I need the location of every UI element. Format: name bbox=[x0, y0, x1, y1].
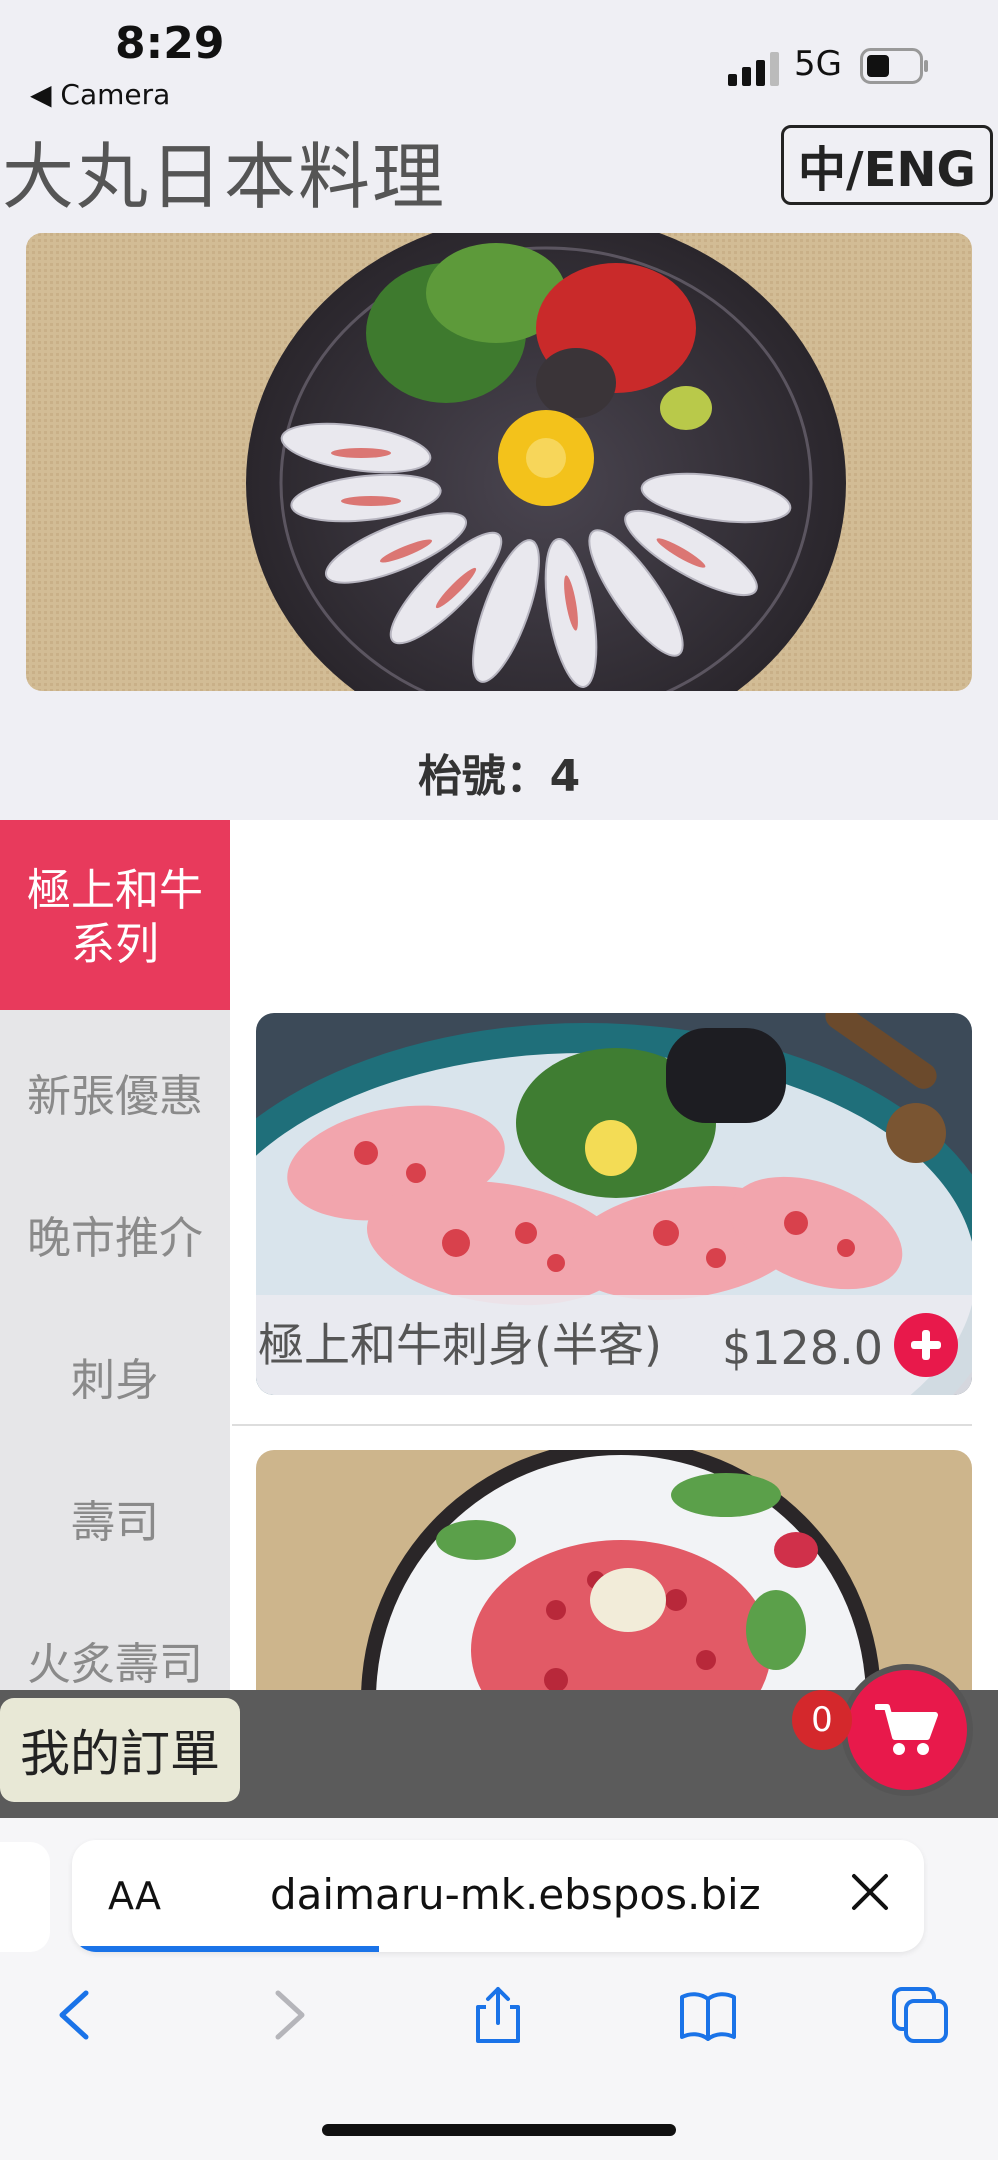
dish-card[interactable] bbox=[256, 1450, 972, 1690]
share-icon[interactable] bbox=[468, 1985, 528, 2045]
menu-area: 極上和牛 系列 新張優惠 晚市推介 刺身 壽司 火炙壽司 極上和牛刺身(半客) … bbox=[0, 820, 998, 1690]
dish-name: 極上和牛刺身(半客) bbox=[258, 1318, 662, 1372]
category-new-opening-offers[interactable]: 新張優惠 bbox=[0, 1070, 230, 1124]
back-arrow-icon[interactable] bbox=[46, 1985, 106, 2045]
cart-icon bbox=[875, 1704, 938, 1755]
plus-icon bbox=[911, 1330, 941, 1360]
add-to-cart-button[interactable] bbox=[894, 1313, 958, 1377]
address-bar[interactable]: AA daimaru-mk.ebspos.biz bbox=[72, 1840, 924, 1952]
text-size-button[interactable]: AA bbox=[108, 1874, 161, 1918]
url-text[interactable]: daimaru-mk.ebspos.biz bbox=[270, 1870, 761, 1919]
language-toggle-button[interactable]: 中/ENG bbox=[781, 125, 993, 205]
network-type: 5G bbox=[794, 44, 842, 84]
category-wagyu-series[interactable]: 極上和牛 系列 bbox=[0, 820, 230, 1010]
cart-button[interactable] bbox=[841, 1664, 973, 1796]
category-sidebar: 極上和牛 系列 新張優惠 晚市推介 刺身 壽司 火炙壽司 bbox=[0, 820, 230, 1690]
card-divider bbox=[232, 1424, 972, 1426]
category-dinner-recommendations[interactable]: 晚市推介 bbox=[0, 1212, 230, 1266]
tabs-icon[interactable] bbox=[890, 1985, 950, 2045]
cellular-signal-icon bbox=[728, 52, 779, 86]
hero-image bbox=[26, 233, 972, 691]
my-order-button[interactable]: 我的訂單 bbox=[0, 1698, 240, 1802]
dish-card[interactable]: 極上和牛刺身(半客) $128.0 bbox=[256, 1013, 972, 1395]
previous-tab-preview[interactable] bbox=[0, 1842, 50, 1952]
table-number: 枱號：4 bbox=[417, 751, 581, 802]
battery-icon bbox=[860, 48, 928, 84]
back-to-camera-link[interactable]: ◀ Camera bbox=[30, 78, 170, 111]
restaurant-title: 大丸日本料理 bbox=[2, 135, 447, 219]
bookmarks-icon[interactable] bbox=[678, 1985, 738, 2045]
status-time: 8:29 bbox=[115, 18, 225, 69]
forward-arrow-icon[interactable] bbox=[258, 1985, 318, 2045]
stop-loading-icon[interactable] bbox=[848, 1870, 892, 1914]
dish-price: $128.0 bbox=[722, 1321, 883, 1375]
cart-count-badge: 0 bbox=[792, 1690, 852, 1750]
home-indicator bbox=[322, 2124, 676, 2136]
category-sashimi[interactable]: 刺身 bbox=[0, 1354, 230, 1408]
dish-image bbox=[256, 1450, 972, 1690]
category-sushi[interactable]: 壽司 bbox=[0, 1496, 230, 1550]
page-load-progress bbox=[72, 1946, 379, 1952]
category-aburi-sushi[interactable]: 火炙壽司 bbox=[0, 1638, 230, 1690]
